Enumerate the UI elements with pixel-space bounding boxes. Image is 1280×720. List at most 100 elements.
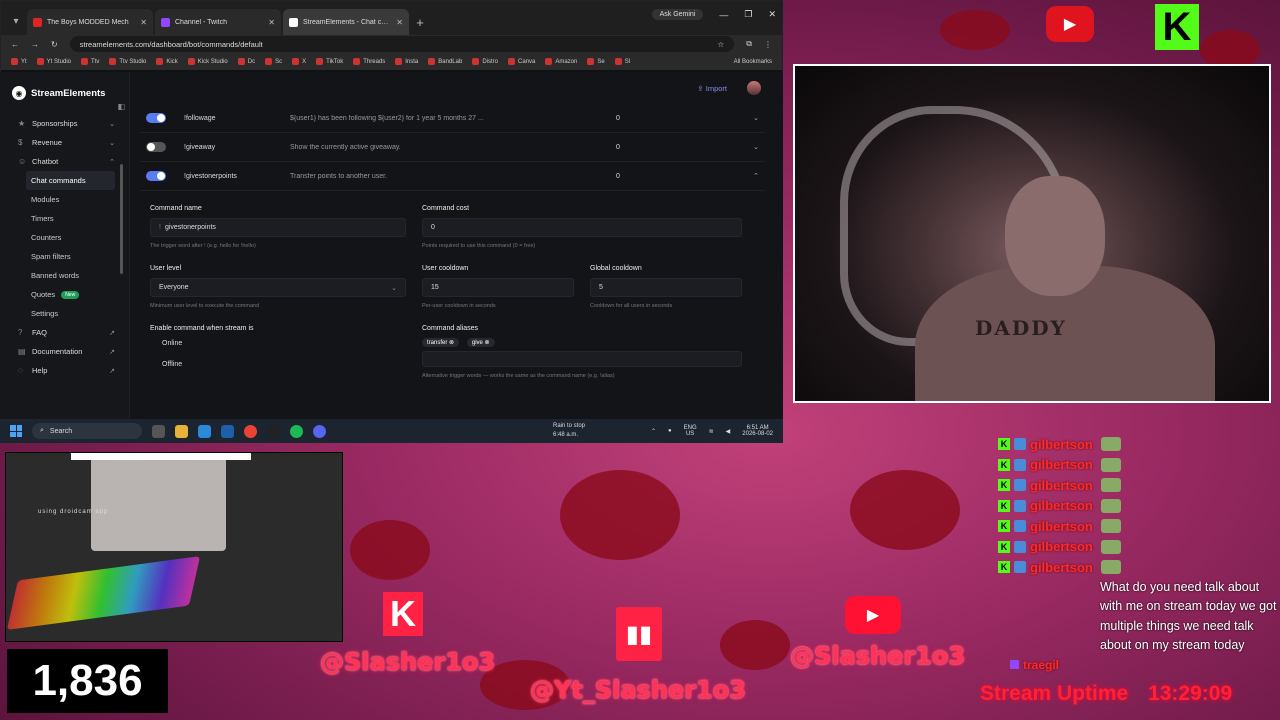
obs-icon[interactable] xyxy=(267,424,280,438)
online-radio[interactable]: Online xyxy=(162,340,406,347)
minimize-icon[interactable]: — xyxy=(719,10,728,20)
command-cost-input[interactable]: 0 xyxy=(422,218,742,237)
close-icon[interactable]: ✕ xyxy=(140,18,147,27)
nav-spam-filters[interactable]: Spam filters xyxy=(0,247,129,266)
taskbar-search[interactable]: ⌕ Search xyxy=(32,423,142,439)
command-row-givestonerpoints[interactable]: !givestonerpoints Transfer points to ano… xyxy=(140,162,765,191)
close-window-icon[interactable]: ✕ xyxy=(768,9,776,20)
nav-sponsorships[interactable]: ★ Sponsorships ⌄ xyxy=(0,114,129,133)
field-hint: Alternative trigger words — works the sa… xyxy=(422,373,615,379)
language-indicator[interactable]: ENG US xyxy=(684,425,697,437)
all-bookmarks[interactable]: All Bookmarks xyxy=(734,59,772,65)
bookmark-item[interactable]: Yt Studio xyxy=(36,58,71,65)
file-explorer-icon[interactable] xyxy=(175,424,188,438)
nav-settings[interactable]: Settings xyxy=(0,304,129,323)
alias-pill[interactable]: transfer ⊗ xyxy=(422,338,460,347)
windows-start-icon[interactable] xyxy=(10,425,22,437)
task-view-icon[interactable] xyxy=(152,424,165,438)
close-icon[interactable]: ✕ xyxy=(268,18,275,27)
bookmark-item[interactable]: Ttv xyxy=(81,58,99,65)
bookmark-star-icon[interactable]: ☆ xyxy=(718,40,725,49)
nav-chatbot[interactable]: ☺ Chatbot ⌃ xyxy=(0,152,129,171)
weather-widget[interactable]: Rain to stop 6:48 a.m. xyxy=(553,422,585,440)
chevron-up-icon[interactable]: ⌃ xyxy=(753,172,759,180)
enable-toggle[interactable] xyxy=(146,142,166,152)
bookmark-item[interactable]: Kick xyxy=(156,58,178,65)
remove-icon[interactable]: ⊗ xyxy=(485,340,490,346)
tab-streamelements[interactable]: StreamElements - Chat comma ✕ xyxy=(283,9,409,35)
bookmark-item[interactable]: X xyxy=(292,58,306,65)
nav-help[interactable]: ◌ Help ↗ xyxy=(0,361,129,380)
url-input[interactable]: streamelements.com/dashboard/bot/command… xyxy=(69,36,735,52)
command-row-giveaway[interactable]: !giveaway Show the currently active give… xyxy=(140,133,765,162)
bookmark-item[interactable]: Canva xyxy=(507,58,535,65)
new-tab-button[interactable]: + xyxy=(411,9,429,35)
nav-banned-words[interactable]: Banned words xyxy=(0,266,129,285)
tab-search-icon[interactable]: ▾ xyxy=(7,7,25,35)
command-name-input[interactable]: ! givestonerpoints xyxy=(150,218,406,237)
reload-icon[interactable]: ↻ xyxy=(51,40,58,49)
avatar[interactable] xyxy=(747,81,761,95)
ask-gemini-button[interactable]: Ask Gemini xyxy=(651,9,704,20)
clock[interactable]: 6:51 AM 2026-08-02 xyxy=(742,425,773,437)
enable-toggle[interactable] xyxy=(146,113,166,123)
bookmark-item[interactable]: Sl xyxy=(614,58,630,65)
command-row-followage[interactable]: !followage ${user1} has been following $… xyxy=(140,104,765,133)
bookmark-item[interactable]: Yt xyxy=(11,58,27,65)
nav-quotes[interactable]: Quotes New xyxy=(0,285,129,304)
bookmark-item[interactable]: Threads xyxy=(353,58,385,65)
chevron-up-icon[interactable]: ⌃ xyxy=(651,428,656,435)
menu-icon[interactable]: ⋮ xyxy=(764,40,772,49)
bookmark-item[interactable]: Se xyxy=(587,58,605,65)
kick-badge-icon: K xyxy=(998,479,1010,492)
app-icon[interactable] xyxy=(221,424,234,438)
spotify-icon[interactable] xyxy=(290,424,303,438)
chevron-down-icon[interactable]: ⌄ xyxy=(753,114,759,122)
nav-modules[interactable]: Modules xyxy=(0,190,129,209)
bookmark-item[interactable]: Ttv Studio xyxy=(109,58,146,65)
volume-icon[interactable]: ◀ xyxy=(726,428,731,435)
back-icon[interactable]: ← xyxy=(11,40,19,49)
discord-icon[interactable] xyxy=(313,424,326,438)
import-button[interactable]: ⇪ Import xyxy=(697,84,727,93)
tab-twitch[interactable]: Channel - Twitch ✕ xyxy=(155,9,281,35)
user-cooldown-input[interactable]: 15 xyxy=(422,278,574,297)
bookmark-item[interactable]: Amazon xyxy=(545,58,577,65)
maximize-icon[interactable]: ❐ xyxy=(744,9,752,20)
enable-toggle[interactable] xyxy=(146,171,166,181)
nav-revenue[interactable]: $ Revenue ⌄ xyxy=(0,133,129,152)
bookmark-item[interactable]: Sc xyxy=(265,58,282,65)
nav-timers[interactable]: Timers xyxy=(0,209,129,228)
field-hint: Per-user cooldown in seconds xyxy=(422,303,496,309)
chat-overlay: Kgilbertson Kgilbertson Kgilbertson Kgilber… xyxy=(998,434,1278,672)
collapse-sidebar-icon[interactable]: ◧ xyxy=(117,102,125,111)
chevron-down-icon[interactable]: ⌄ xyxy=(753,143,759,151)
wifi-icon[interactable]: ≋ xyxy=(709,428,714,435)
nav-chat-commands[interactable]: Chat commands xyxy=(26,171,115,190)
nav-documentation[interactable]: ▤ Documentation ↗ xyxy=(0,342,129,361)
remove-icon[interactable]: ⊗ xyxy=(449,340,454,346)
alias-pill[interactable]: give ⊗ xyxy=(466,338,495,347)
brand-logo[interactable]: ◉ StreamElements xyxy=(0,86,129,100)
tab-youtube[interactable]: The Boys MODDED Mech ✕ xyxy=(27,9,153,35)
global-cooldown-input[interactable]: 5 xyxy=(590,278,742,297)
bookmark-item[interactable]: Insta xyxy=(395,58,418,65)
mic-icon[interactable]: ● xyxy=(668,428,672,434)
bookmark-item[interactable]: Distro xyxy=(472,58,498,65)
nav-counters[interactable]: Counters xyxy=(0,228,129,247)
bookmark-item[interactable]: BandLab xyxy=(428,58,462,65)
alias-input[interactable] xyxy=(422,351,742,367)
bookmark-item[interactable]: Dc xyxy=(237,58,255,65)
extensions-icon[interactable]: ⧉ xyxy=(746,39,752,49)
store-icon[interactable] xyxy=(198,424,211,438)
nav-faq[interactable]: ? FAQ ↗ xyxy=(0,323,129,342)
forward-icon[interactable]: → xyxy=(31,40,39,49)
offline-radio[interactable]: Offline xyxy=(162,361,406,368)
bookmark-item[interactable]: TikTok xyxy=(316,58,343,65)
bookmark-item[interactable]: Kick Studio xyxy=(187,58,228,65)
emote-icon xyxy=(1100,519,1121,534)
sidebar-scrollbar[interactable] xyxy=(120,164,123,274)
user-level-select[interactable]: Everyone ⌄ xyxy=(150,278,406,297)
chrome-icon[interactable] xyxy=(244,424,257,438)
close-icon[interactable]: ✕ xyxy=(396,18,403,27)
